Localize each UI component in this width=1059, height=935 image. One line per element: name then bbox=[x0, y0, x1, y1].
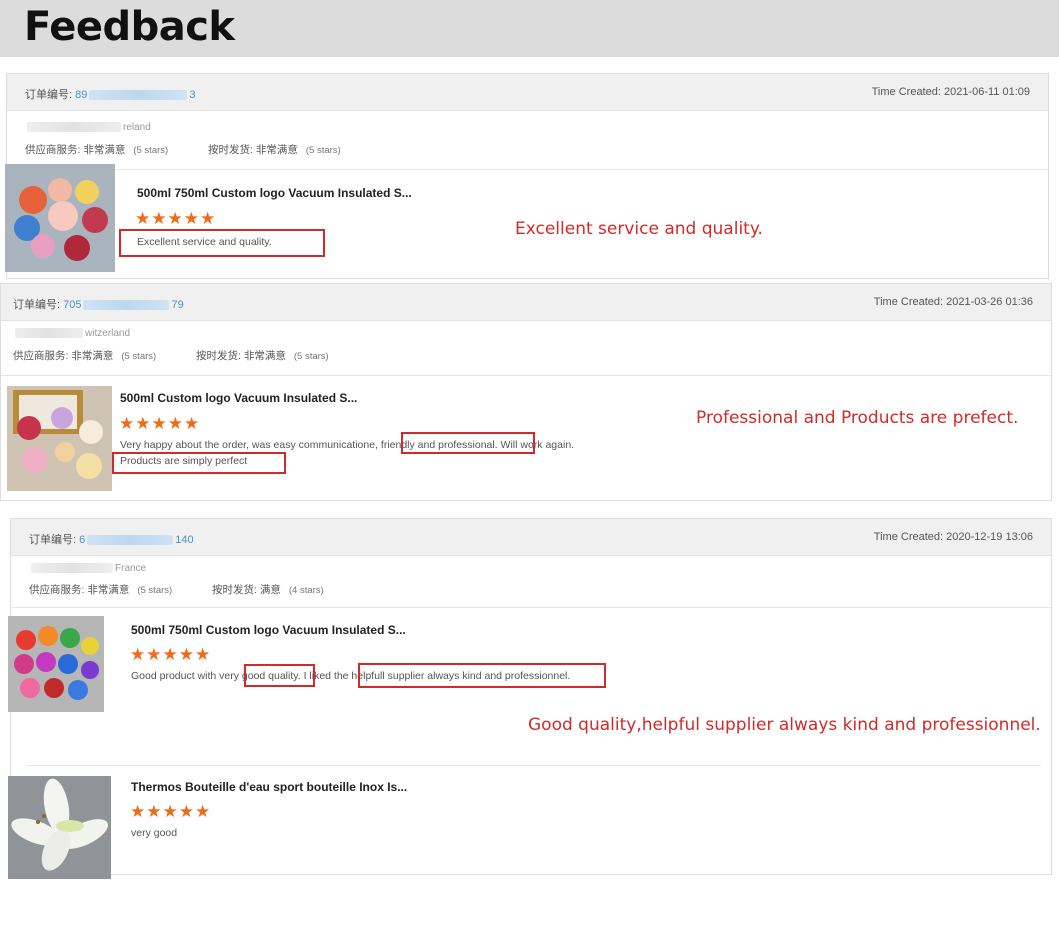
page-header: Feedback bbox=[0, 0, 1059, 57]
order-number[interactable]: 订单编号: 89 3 bbox=[25, 86, 196, 102]
annotation-note: Good quality,helpful supplier always kin… bbox=[528, 715, 1041, 735]
product-title[interactable]: 500ml Custom logo Vacuum Insulated S... bbox=[120, 391, 357, 405]
buyer-info: France bbox=[29, 563, 146, 574]
highlight-box bbox=[112, 452, 286, 474]
page-title: Feedback bbox=[24, 4, 235, 50]
buyer-info: witzerland bbox=[13, 328, 130, 339]
divider bbox=[11, 607, 1051, 608]
annotation-note: Professional and Products are prefect. bbox=[696, 408, 1019, 428]
highlight-box bbox=[401, 432, 535, 454]
rating-summary: 供应商服务: 非常满意 (5 stars) 按时发货: 非常满意 (5 stars) bbox=[25, 144, 341, 156]
rating-summary: 供应商服务: 非常满意 (5 stars) 按时发货: 满意 (4 stars) bbox=[29, 584, 324, 596]
divider bbox=[1, 375, 1051, 376]
time-created: Time Created: 2021-06-11 01:09 bbox=[871, 86, 1030, 98]
highlight-box bbox=[244, 664, 315, 687]
highlight-box bbox=[119, 229, 325, 257]
annotation-note: Excellent service and quality. bbox=[515, 219, 763, 239]
order-header: 订单编号: 89 3 Time Created: 2021-06-11 01:09 bbox=[7, 74, 1048, 111]
redacted-number bbox=[83, 300, 170, 311]
rating-summary: 供应商服务: 非常满意 (5 stars) 按时发货: 非常满意 (5 stars) bbox=[13, 350, 329, 362]
time-created: Time Created: 2020-12-19 13:06 bbox=[873, 531, 1033, 543]
product-title[interactable]: 500ml 750ml Custom logo Vacuum Insulated… bbox=[137, 186, 412, 200]
redacted-number bbox=[87, 535, 174, 546]
order-number[interactable]: 订单编号: 6 140 bbox=[29, 531, 194, 547]
star-rating: ★★★★★ bbox=[119, 414, 201, 433]
star-rating: ★★★★★ bbox=[130, 645, 212, 664]
product-title[interactable]: 500ml 750ml Custom logo Vacuum Insulated… bbox=[131, 623, 406, 637]
redacted-number bbox=[89, 90, 188, 101]
product-thumbnail[interactable] bbox=[5, 164, 115, 272]
redacted-buyer bbox=[31, 563, 113, 574]
star-rating: ★★★★★ bbox=[135, 209, 217, 228]
redacted-buyer bbox=[27, 122, 121, 133]
time-created: Time Created: 2021-03-26 01:36 bbox=[873, 296, 1033, 308]
divider bbox=[7, 169, 1048, 170]
star-rating: ★★★★★ bbox=[130, 802, 212, 821]
redacted-buyer bbox=[15, 328, 83, 339]
divider bbox=[27, 765, 1041, 766]
buyer-info: reland bbox=[25, 122, 151, 133]
product-thumbnail[interactable] bbox=[8, 776, 111, 879]
product-thumbnail[interactable] bbox=[7, 386, 112, 491]
product-title[interactable]: Thermos Bouteille d'eau sport bouteille … bbox=[131, 780, 407, 794]
review-card: 订单编号: 6 140 Time Created: 2020-12-19 13:0… bbox=[10, 518, 1052, 875]
order-number[interactable]: 订单编号: 705 79 bbox=[13, 296, 184, 312]
order-header: 订单编号: 6 140 Time Created: 2020-12-19 13:0… bbox=[11, 519, 1051, 556]
review-text: very good bbox=[131, 827, 178, 839]
product-thumbnail[interactable] bbox=[8, 616, 104, 712]
order-header: 订单编号: 705 79 Time Created: 2021-03-26 01:… bbox=[1, 284, 1051, 321]
highlight-box bbox=[358, 663, 606, 688]
